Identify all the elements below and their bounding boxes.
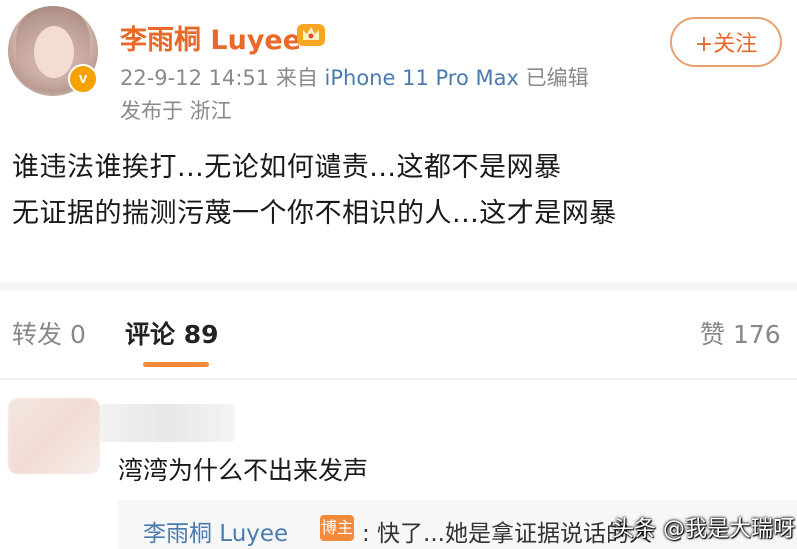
post-content-line: 无证据的揣测污蔑一个你不相识的人...这才是网暴	[12, 198, 617, 229]
reply-text: : 快了...她是拿证据说话的人	[362, 521, 652, 547]
commenter-avatar[interactable]	[8, 398, 100, 474]
comment-text: 湾湾为什么不出来发声	[118, 456, 369, 485]
post-timestamp: 22-9-12 14:51	[120, 66, 270, 90]
blogger-badge: 博主	[320, 515, 354, 541]
post-location: 发布于 浙江	[120, 99, 232, 123]
tab-repost[interactable]: 转发 0	[12, 315, 86, 351]
post-meta: 22-9-12 14:51 来自 iPhone 11 Pro Max 已编辑	[120, 62, 589, 92]
commenter-name-blurred	[100, 404, 235, 442]
post-content-line: 谁违法谁挨打...无论如何谴责...这都不是网暴	[12, 152, 562, 183]
active-tab-indicator	[143, 362, 209, 367]
watermark: 头条 @我是大瑞呀	[612, 517, 795, 542]
tab-comment[interactable]: 评论 89	[125, 315, 219, 351]
crown-icon	[297, 24, 325, 46]
device-link[interactable]: iPhone 11 Pro Max	[325, 66, 519, 90]
follow-button[interactable]: +关注	[670, 17, 782, 67]
source-prefix: 来自	[275, 66, 318, 90]
edited-label[interactable]: 已编辑	[526, 66, 589, 90]
tab-like[interactable]: 赞 176	[700, 315, 781, 351]
reply-author[interactable]: 李雨桐 Luyee	[143, 514, 288, 548]
tabs-divider	[0, 378, 797, 380]
section-divider	[0, 282, 797, 290]
verified-badge-icon: v	[68, 64, 98, 94]
author-name[interactable]: 李雨桐 Luyee	[120, 18, 301, 57]
